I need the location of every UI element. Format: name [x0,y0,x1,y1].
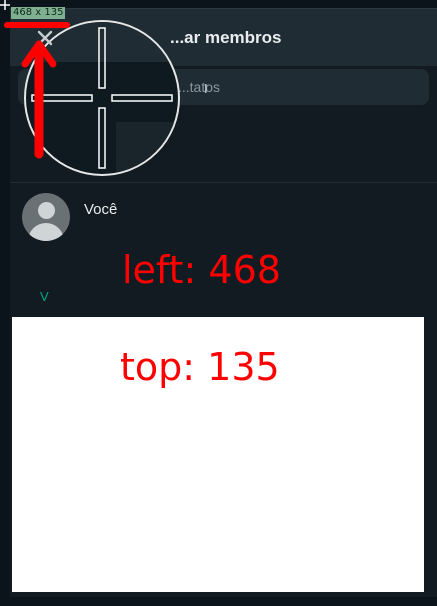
annotation-left-label: left: 468 [122,248,281,292]
avatar [22,193,70,241]
avatar-body [28,223,64,241]
contact-name: Você [84,201,118,218]
red-arrow-icon [21,40,57,159]
size-label: 468 x 135 [11,7,66,19]
section-letter: V [40,289,49,304]
red-underline [4,22,70,28]
avatar-head [38,202,55,219]
annotation-top-label: top: 135 [120,345,280,389]
cursor-crosshair-icon [0,0,10,10]
divider [10,182,437,183]
contact-row[interactable]: Você [10,187,437,247]
text-cursor-icon: I [204,81,208,96]
header-title: ...ar membros [170,28,282,47]
